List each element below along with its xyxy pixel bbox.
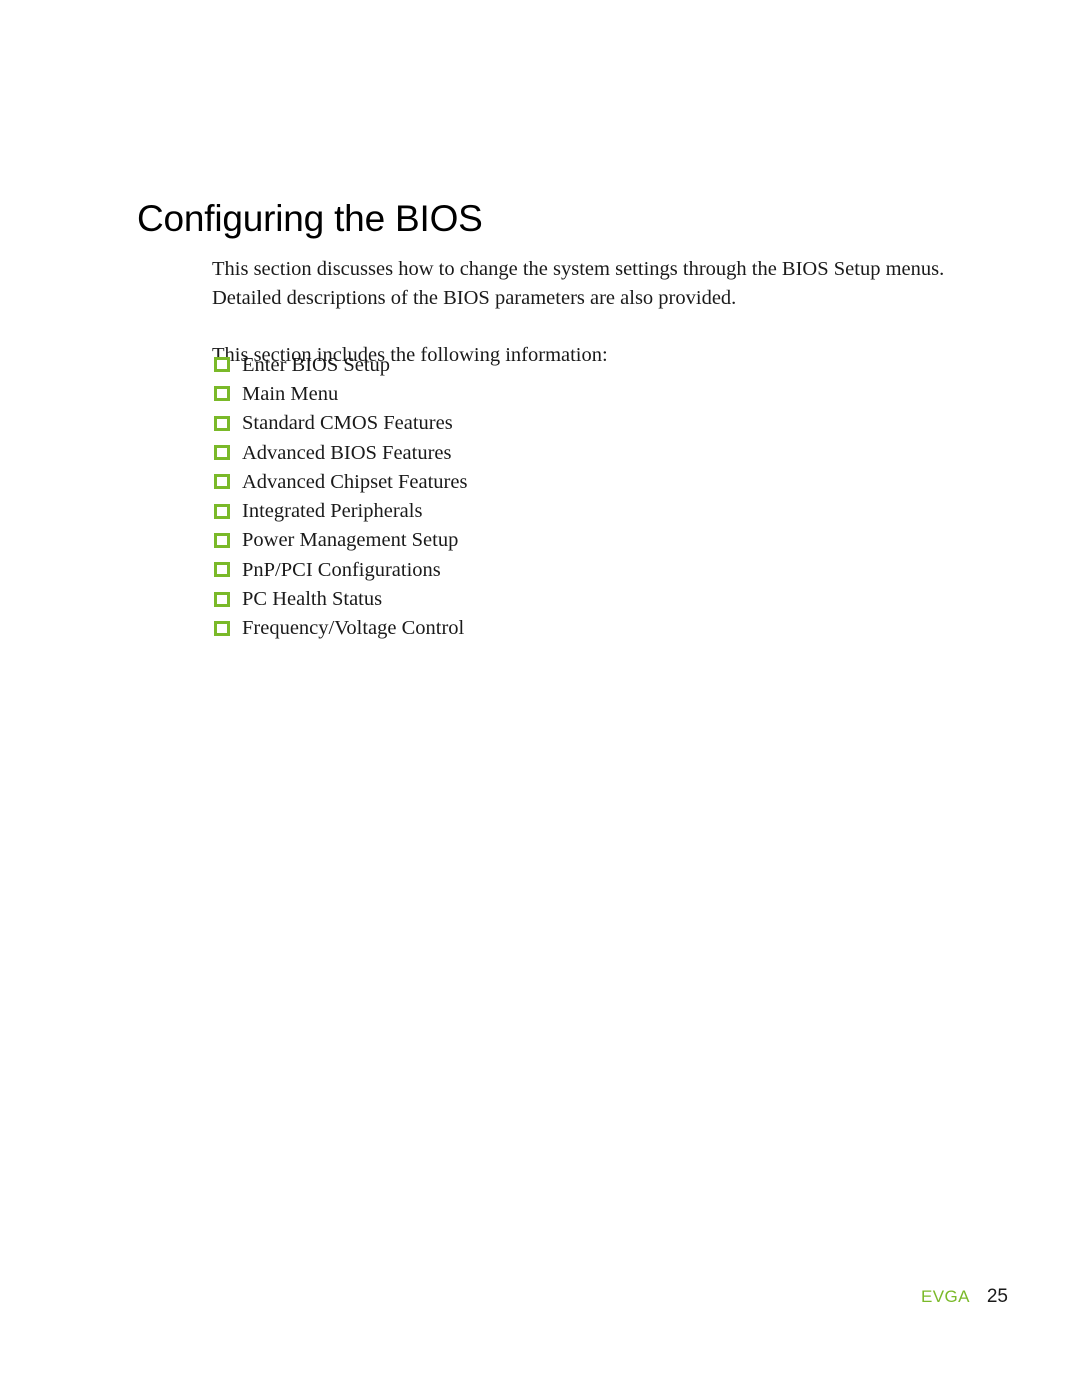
page-number: 25 [986,1286,1008,1307]
intro-paragraph-1: This section discusses how to change the… [212,255,952,312]
document-page: Configuring the BIOS This section discus… [0,0,1080,1388]
list-item: Enter BIOS Setup [214,350,467,379]
page-title: Configuring the BIOS [137,197,483,239]
feature-list: Enter BIOS Setup Main Menu Standard CMOS… [214,350,467,643]
list-item: Advanced Chipset Features [214,467,467,496]
empty-square-bullet-icon [214,357,230,373]
list-item-label: Main Menu [242,382,339,405]
empty-square-bullet-icon [214,562,230,578]
brand-label: EVGA [921,1287,970,1306]
list-item-label: PC Health Status [242,588,383,611]
page-footer: EVGA 25 [0,1286,1080,1316]
empty-square-bullet-icon [214,591,230,607]
list-item: Frequency/Voltage Control [214,614,467,643]
list-item-label: Frequency/Voltage Control [242,617,465,640]
list-item-label: Standard CMOS Features [242,412,453,435]
list-item: Integrated Peripherals [214,496,467,525]
list-item-label: Advanced Chipset Features [242,470,468,493]
empty-square-bullet-icon [214,503,230,519]
list-item-label: Advanced BIOS Features [242,441,452,464]
list-item: PC Health Status [214,584,467,613]
empty-square-bullet-icon [214,474,230,490]
footer-content: EVGA 25 [921,1286,1008,1308]
list-item: Power Management Setup [214,526,467,555]
paragraph-line: This section discusses how to change the… [212,258,945,280]
empty-square-bullet-icon [214,532,230,548]
list-item: Main Menu [214,379,467,408]
list-item: PnP/PCI Configurations [214,555,467,584]
empty-square-bullet-icon [214,415,230,431]
empty-square-bullet-icon [214,386,230,402]
list-item: Advanced BIOS Features [214,438,467,467]
list-item: Standard CMOS Features [214,409,467,438]
list-item-label: Power Management Setup [242,529,459,552]
empty-square-bullet-icon [214,620,230,636]
list-item-label: PnP/PCI Configurations [242,558,441,581]
list-item-label: Integrated Peripherals [242,500,423,523]
list-item-label: Enter BIOS Setup [242,353,391,376]
empty-square-bullet-icon [214,445,230,461]
paragraph-line: Detailed descriptions of the BIOS parame… [212,286,737,309]
